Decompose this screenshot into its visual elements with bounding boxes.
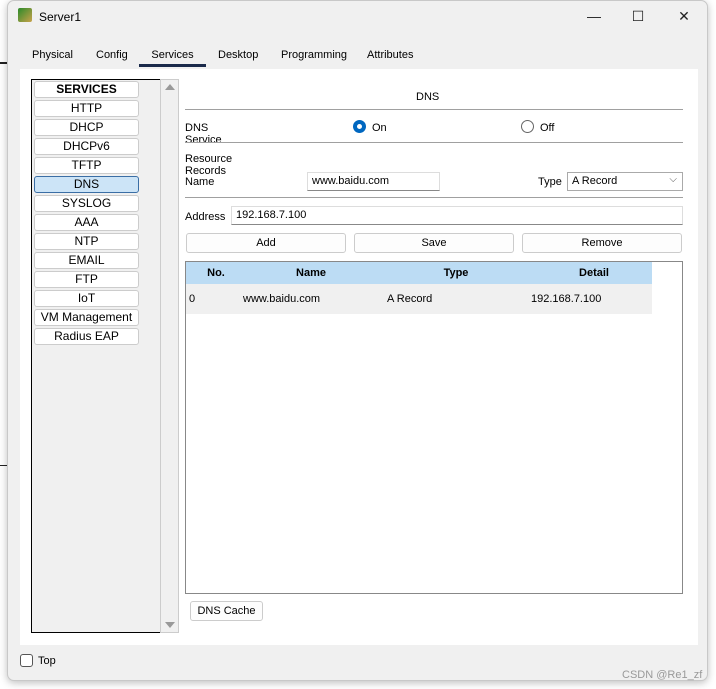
service-dhcp[interactable]: DHCP: [34, 119, 139, 136]
column-header-name: Name: [246, 262, 376, 284]
tab-config[interactable]: Config: [94, 49, 130, 61]
dns-cache-button[interactable]: DNS Cache: [190, 601, 263, 621]
dns-heading: DNS: [416, 91, 440, 103]
off-label: Off: [540, 122, 555, 134]
watermark: CSDN @Re1_zf: [622, 669, 703, 681]
services-list: SERVICES HTTP DHCP DHCPv6 TFTP DNS SYSLO…: [31, 79, 160, 633]
service-ntp[interactable]: NTP: [34, 233, 139, 250]
radio-off[interactable]: [521, 120, 534, 133]
service-dhcpv6[interactable]: DHCPv6: [34, 138, 139, 155]
services-scrollbar[interactable]: [160, 79, 179, 633]
services-header: SERVICES: [34, 81, 139, 98]
close-button[interactable]: ✕: [662, 5, 706, 27]
address-label: Address: [185, 211, 226, 223]
services-panel: SERVICES HTTP DHCP DHCPv6 TFTP DNS SYSLO…: [20, 69, 698, 645]
service-dns[interactable]: DNS: [34, 176, 139, 193]
minimize-button[interactable]: —: [572, 5, 616, 27]
column-header-no: No.: [186, 262, 246, 284]
service-http[interactable]: HTTP: [34, 100, 139, 117]
divider: [185, 142, 683, 143]
name-input[interactable]: www.baidu.com: [307, 172, 440, 191]
column-header-type: Type: [376, 262, 536, 284]
scroll-up-icon[interactable]: [165, 84, 175, 90]
service-email[interactable]: EMAIL: [34, 252, 139, 269]
column-header-detail: Detail: [536, 262, 652, 284]
maximize-button[interactable]: ☐: [616, 5, 660, 27]
cell-type: A Record: [376, 284, 536, 314]
address-input[interactable]: 192.168.7.100: [231, 206, 683, 225]
on-label: On: [372, 122, 387, 134]
service-iot[interactable]: IoT: [34, 290, 139, 307]
top-checkbox[interactable]: [20, 654, 33, 667]
name-label: Name: [185, 176, 215, 188]
type-label: Type: [538, 176, 562, 188]
service-ftp[interactable]: FTP: [34, 271, 139, 288]
save-button[interactable]: Save: [354, 233, 514, 253]
type-select[interactable]: A Record ⌵: [567, 172, 683, 191]
top-label: Top: [38, 655, 56, 667]
service-syslog[interactable]: SYSLOG: [34, 195, 139, 212]
server-window: Server1 — ☐ ✕ Physical Config Services D…: [7, 0, 708, 681]
service-tftp[interactable]: TFTP: [34, 157, 139, 174]
scroll-down-icon[interactable]: [165, 622, 175, 628]
remove-button[interactable]: Remove: [522, 233, 682, 253]
service-radius-eap[interactable]: Radius EAP: [34, 328, 139, 345]
tab-programming[interactable]: Programming: [279, 49, 349, 61]
topology-line: [0, 62, 7, 64]
divider: [185, 197, 683, 198]
topology-line: [0, 465, 7, 466]
type-select-value: A Record: [572, 175, 618, 187]
resource-records-label: Resource Records: [185, 153, 233, 177]
cell-name: www.baidu.com: [243, 284, 376, 314]
cell-detail: 192.168.7.100: [531, 284, 652, 314]
tab-services[interactable]: Services: [139, 49, 206, 67]
add-button[interactable]: Add: [186, 233, 346, 253]
service-aaa[interactable]: AAA: [34, 214, 139, 231]
chevron-down-icon: ⌵: [669, 174, 677, 185]
cell-no: 0: [186, 284, 246, 314]
divider: [185, 109, 683, 110]
window-title: Server1: [39, 10, 82, 24]
radio-on[interactable]: [353, 120, 366, 133]
records-table: No. Name Type Detail 0 www.baidu.com A R…: [185, 261, 683, 594]
tab-desktop[interactable]: Desktop: [216, 49, 260, 61]
service-vm-management[interactable]: VM Management: [34, 309, 139, 326]
server-app-icon: [18, 8, 32, 22]
tab-physical[interactable]: Physical: [30, 49, 75, 61]
tab-attributes[interactable]: Attributes: [365, 49, 415, 61]
